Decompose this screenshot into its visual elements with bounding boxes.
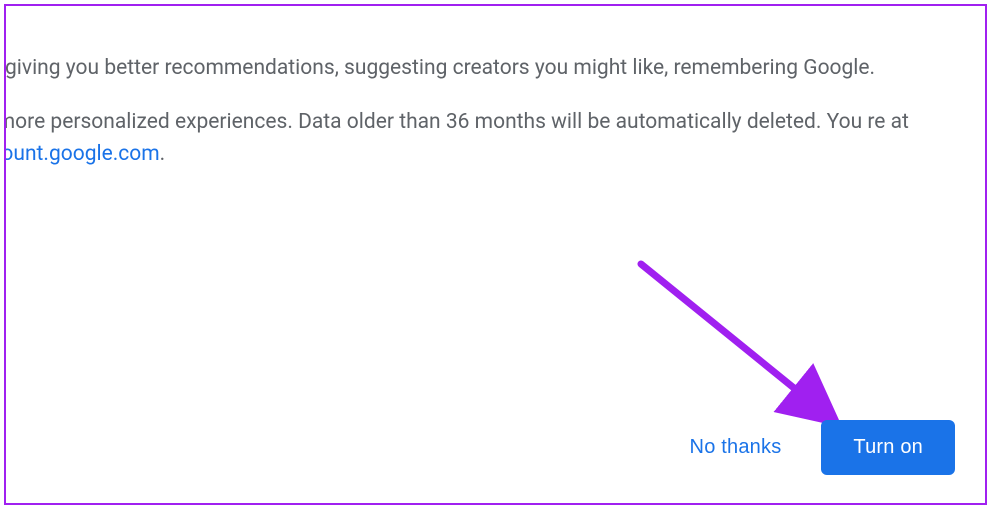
body-paragraph-1: like giving you better recommendations, … <box>4 52 957 84</box>
body-paragraph-2-suffix: . <box>160 142 166 166</box>
account-link[interactable]: account.google.com <box>4 142 160 166</box>
dialog-frame: like giving you better recommendations, … <box>4 4 987 505</box>
no-thanks-button[interactable]: No thanks <box>670 424 802 471</box>
turn-on-button[interactable]: Turn on <box>821 420 955 475</box>
body-paragraph-2-prefix: ou more personalized experiences. Data o… <box>4 110 909 134</box>
dialog-actions: No thanks Turn on <box>670 420 955 475</box>
body-paragraph-2: ou more personalized experiences. Data o… <box>4 106 957 170</box>
dialog-body: like giving you better recommendations, … <box>4 52 957 192</box>
